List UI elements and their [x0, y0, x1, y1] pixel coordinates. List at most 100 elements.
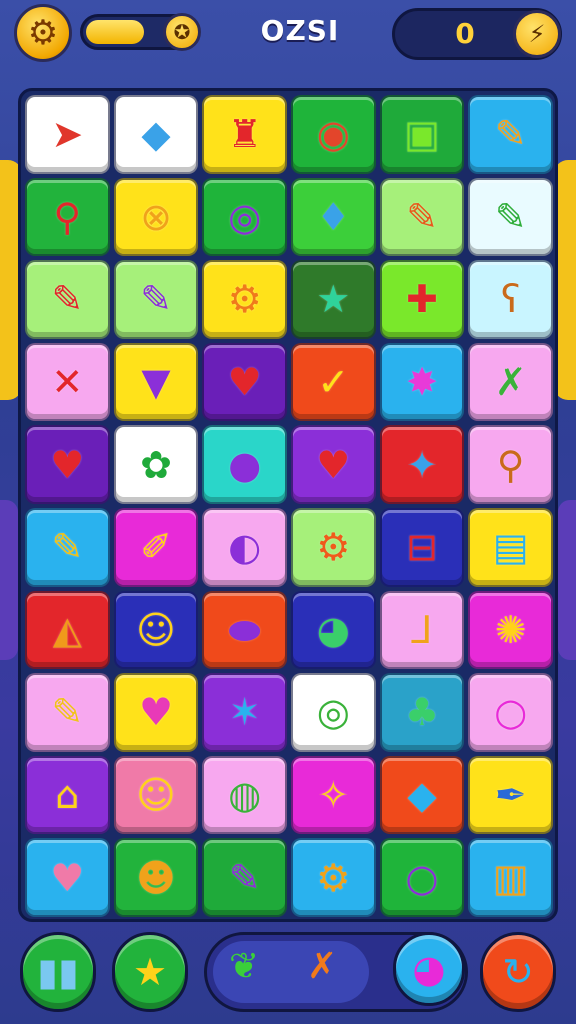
tile[interactable]: ✒ [468, 755, 553, 835]
wand-icon: ⚲ [496, 442, 525, 487]
tile[interactable]: ♣ [379, 673, 465, 752]
tile[interactable]: ✎ [25, 260, 110, 339]
leaf-icon: ♦ [316, 194, 351, 239]
tile[interactable]: ✕ [25, 342, 110, 422]
shell-icon: ◉ [316, 112, 350, 157]
ring-icon: ○ [494, 690, 528, 735]
tile[interactable]: ✸ [379, 342, 465, 422]
tile[interactable]: ⌂ [25, 755, 110, 835]
star-button[interactable]: ★ [112, 932, 188, 1012]
gear-icon: ⚙ [316, 855, 351, 900]
gear-icon: ⚙ [316, 525, 351, 570]
tile[interactable]: ♥ [202, 342, 287, 422]
tile[interactable]: ✐ [113, 507, 199, 587]
link-icon: ⊗ [140, 194, 172, 239]
tile[interactable]: ✎ [25, 507, 110, 587]
tile[interactable]: ♥ [113, 673, 199, 752]
gem-bubble-icon: ◆ [407, 773, 437, 818]
tile[interactable]: ☻ [113, 838, 199, 917]
tile[interactable]: ◭ [25, 590, 110, 670]
lamp-icon: ♣ [404, 690, 440, 735]
smiley-icon: ☺ [136, 773, 176, 818]
tile[interactable]: ➤ [25, 95, 110, 174]
chart-board-icon: ▤ [492, 525, 529, 570]
card-icon: ▣ [404, 112, 440, 157]
tile[interactable]: ✎ [113, 260, 199, 339]
tile[interactable]: ✶ [202, 673, 287, 752]
ring-icon: ○ [405, 855, 439, 900]
settings-button[interactable]: ⚙ [14, 4, 72, 62]
tile[interactable]: ◕ [290, 590, 376, 670]
tile[interactable]: ✺ [468, 590, 553, 670]
bolt-icon[interactable]: ⚡ [513, 10, 561, 58]
tile[interactable]: ✧ [290, 755, 376, 835]
tile[interactable]: ⚲ [25, 177, 110, 257]
sun-gear-icon: ✺ [494, 607, 527, 652]
refresh-button[interactable]: ↻ [480, 932, 556, 1012]
tile[interactable]: ● [202, 425, 287, 504]
tile[interactable]: ♥ [25, 425, 110, 504]
tile[interactable]: ◎ [290, 673, 376, 752]
pencil-square-icon: ✎ [228, 855, 261, 900]
tile[interactable]: ♥ [25, 838, 110, 917]
tile[interactable]: ○ [468, 673, 553, 752]
tile[interactable]: ♦ [290, 177, 376, 257]
tile[interactable]: ▣ [379, 95, 465, 174]
crayons-button[interactable]: ▮▮ [20, 932, 96, 1012]
tile[interactable]: ✎ [468, 177, 553, 257]
crossed-tools-icon[interactable]: ✗ [307, 949, 337, 985]
tile[interactable]: ✎ [468, 95, 553, 174]
toolbox-icon: ⊟ [406, 525, 438, 570]
score-value: 0 [455, 17, 475, 50]
bear-icon: ʕ [500, 277, 521, 322]
tile[interactable]: ✎ [25, 673, 110, 752]
tile[interactable]: ▥ [468, 838, 553, 917]
bandage-icon: ✐ [140, 525, 172, 570]
leaf-icon[interactable]: ❦ [229, 949, 259, 985]
tile[interactable]: ✎ [379, 177, 465, 257]
tile[interactable]: ◆ [113, 95, 199, 174]
star-icon[interactable]: ✪ [163, 13, 201, 51]
drill-icon: ⚙ [227, 277, 262, 322]
tile[interactable]: ʕ [468, 260, 553, 339]
side-decoration-left-lower [0, 500, 18, 660]
tile[interactable]: ▼ [113, 342, 199, 422]
tile[interactable]: ⚙ [290, 838, 376, 917]
tile[interactable]: ✦ [379, 425, 465, 504]
tile[interactable]: ⅃ [379, 590, 465, 670]
bird-icon: ✧ [317, 773, 350, 818]
tile[interactable]: ◍ [202, 755, 287, 835]
tile[interactable]: ⊟ [379, 507, 465, 587]
tile[interactable]: ✗ [468, 342, 553, 422]
tile[interactable]: ♥ [290, 425, 376, 504]
tile[interactable]: ⊗ [113, 177, 199, 257]
tile[interactable]: ☺ [113, 755, 199, 835]
tile[interactable]: ⚙ [290, 507, 376, 587]
box-icon: ▥ [492, 855, 529, 900]
tile[interactable]: ◎ [202, 177, 287, 257]
tile[interactable]: ○ [379, 838, 465, 917]
first-aid-icon: ✚ [406, 277, 438, 322]
pen-icon: ✒ [494, 773, 527, 818]
tile[interactable]: ✎ [202, 838, 287, 917]
heart-icon: ♥ [50, 442, 85, 487]
crayons-icon: ▮▮ [37, 950, 79, 994]
tile[interactable]: ♜ [202, 95, 287, 174]
side-decoration-right-lower [558, 500, 576, 660]
tile[interactable]: ⬬ [202, 590, 287, 670]
tile[interactable]: ⚙ [202, 260, 287, 339]
game-board: ➤ ◆ ♜ ◉ ▣ ✎ ⚲ ⊗ ◎ ♦ ✎ ✎ ✎ ✎ ⚙ ★ ✚ ʕ ✕ ▼ ♥ ✓ ✸ ✗ ♥ ✿ ● ♥ ✦ ⚲ ✎ ✐ ◐ ⚙ ⊟ ▤ ◭ ☺ ⬬ ◕… [18, 88, 558, 922]
tile[interactable]: ◆ [379, 755, 465, 835]
bubble-button[interactable]: ◕ [393, 932, 465, 1006]
tile[interactable]: ★ [290, 260, 376, 339]
tile[interactable]: ☺ [113, 590, 199, 670]
capsule-icon: ⬬ [228, 607, 261, 652]
tile[interactable]: ⚲ [468, 425, 553, 504]
tile[interactable]: ✓ [290, 342, 376, 422]
tile[interactable]: ◐ [202, 507, 287, 587]
splash-icon: ✸ [406, 360, 438, 405]
tile[interactable]: ◉ [290, 95, 376, 174]
tile[interactable]: ✚ [379, 260, 465, 339]
tile[interactable]: ▤ [468, 507, 553, 587]
tile[interactable]: ✿ [113, 425, 199, 504]
